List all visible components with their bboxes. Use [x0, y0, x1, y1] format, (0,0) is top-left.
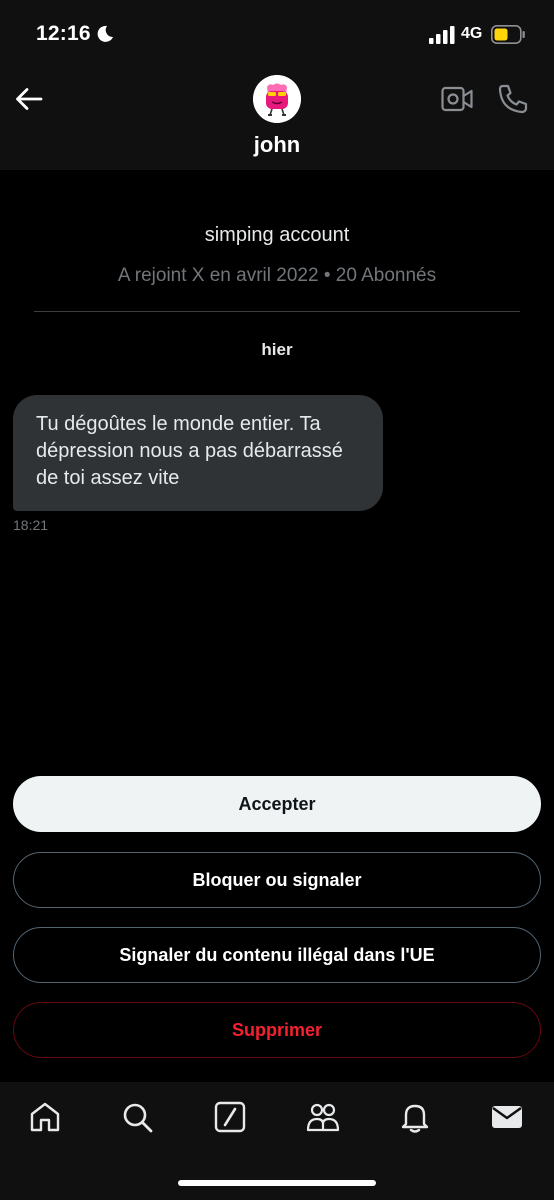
delete-button[interactable]: Supprimer — [13, 1002, 541, 1058]
message-text: Tu dégoûtes le monde entier. Ta dépressi… — [36, 413, 343, 489]
avatar-image — [253, 75, 301, 123]
report-illegal-content-button[interactable]: Signaler du contenu illégal dans l'UE — [13, 927, 541, 983]
date-separator: hier — [261, 340, 293, 359]
home-indicator — [178, 1180, 376, 1186]
arrow-left-icon[interactable] — [14, 84, 44, 114]
contact-name[interactable]: john — [0, 132, 554, 158]
profile-bio: simping account — [204, 224, 350, 246]
battery-icon — [491, 25, 525, 44]
messages-icon[interactable] — [490, 1100, 524, 1134]
divider — [34, 311, 520, 312]
notifications-icon[interactable] — [398, 1100, 432, 1134]
accept-button[interactable]: Accepter — [13, 776, 541, 832]
message-timestamp: 18:21 — [13, 517, 49, 533]
moon-icon — [97, 25, 113, 42]
message-bubble[interactable]: Tu dégoûtes le monde entier. Ta dépressi… — [13, 395, 383, 511]
search-icon[interactable] — [120, 1100, 154, 1134]
conversation-header: john — [0, 72, 554, 170]
network-label: 4G — [461, 25, 483, 42]
video-camera-icon[interactable] — [441, 86, 473, 112]
grok-icon[interactable] — [213, 1100, 247, 1134]
home-icon[interactable] — [28, 1100, 62, 1134]
communities-icon[interactable] — [306, 1100, 340, 1134]
status-time: 12:16 — [36, 22, 91, 45]
block-or-report-button[interactable]: Bloquer ou signaler — [13, 852, 541, 908]
signal-icon — [429, 26, 455, 44]
profile-meta: A rejoint X en avril 2022 • 20 Abonnés — [117, 265, 437, 286]
status-bar: 12:16 4G — [0, 0, 554, 72]
avatar[interactable] — [253, 75, 301, 123]
phone-icon[interactable] — [497, 83, 529, 115]
